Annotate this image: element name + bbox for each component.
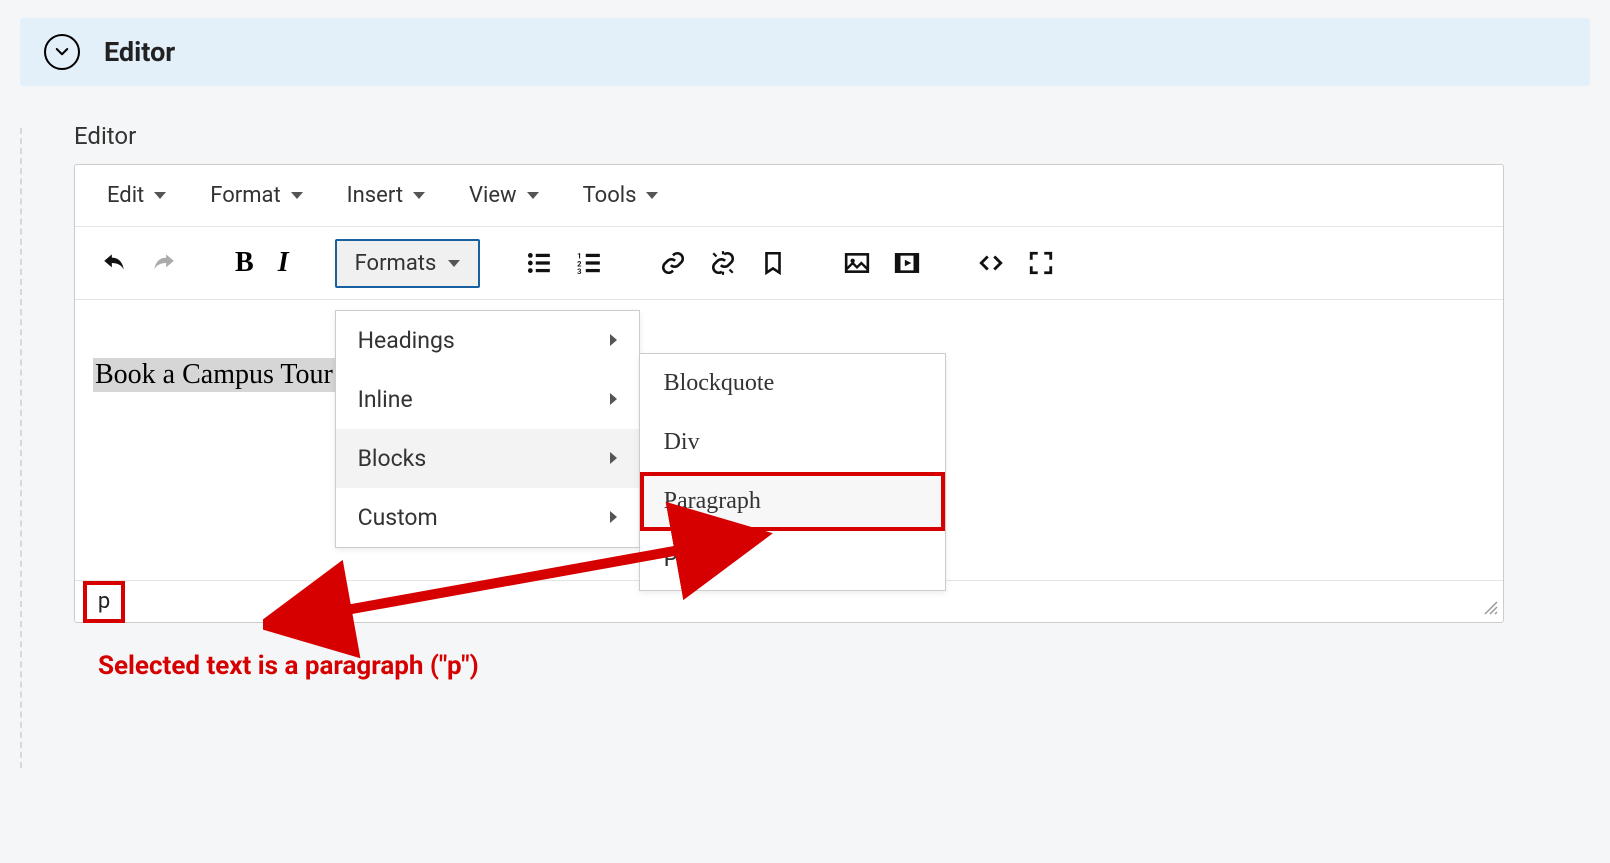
blocks-submenu-div[interactable]: Div	[640, 413, 945, 472]
formats-menu-blocks[interactable]: Blocks	[336, 429, 639, 488]
chevron-down-icon	[53, 43, 71, 61]
blocks-submenu-pre[interactable]: Pre	[640, 531, 945, 590]
rich-text-editor: Edit Format Insert View Tools B I Format…	[74, 164, 1504, 623]
selected-text[interactable]: Book a Campus Tour	[93, 358, 335, 392]
caret-down-icon	[291, 192, 303, 199]
formats-menu-custom-label: Custom	[358, 504, 438, 531]
italic-button[interactable]: I	[266, 237, 301, 289]
unlink-button[interactable]	[698, 240, 748, 286]
image-icon	[844, 250, 870, 276]
menu-format-label: Format	[210, 183, 280, 208]
panel-title: Editor	[104, 36, 175, 68]
element-path-p[interactable]: p	[83, 581, 125, 623]
blocks-submenu-blockquote[interactable]: Blockquote	[640, 354, 945, 413]
formats-label: Formats	[355, 251, 437, 276]
annotation-caption: Selected text is a paragraph ("p")	[98, 651, 1590, 681]
editor-panel-header[interactable]: Editor	[20, 18, 1590, 86]
menu-tools-label: Tools	[583, 183, 637, 208]
blocks-submenu: Blockquote Div Paragraph Pre	[639, 353, 946, 591]
undo-icon	[101, 250, 127, 276]
menu-view-label: View	[469, 183, 517, 208]
menu-format[interactable]: Format	[188, 175, 324, 216]
caret-right-icon	[610, 393, 617, 405]
fullscreen-button[interactable]	[1016, 240, 1066, 286]
collapse-toggle[interactable]	[44, 34, 80, 70]
formats-menu: Headings Inline Blocks Custom	[335, 310, 640, 548]
redo-button[interactable]	[139, 240, 189, 286]
resize-grip-icon	[1483, 600, 1499, 616]
caret-down-icon	[527, 192, 539, 199]
formats-menu-inline-label: Inline	[358, 386, 413, 413]
formats-menu-inline[interactable]: Inline	[336, 370, 639, 429]
section-label: Editor	[74, 122, 1590, 150]
caret-right-icon	[610, 334, 617, 346]
image-button[interactable]	[832, 240, 882, 286]
bookmark-icon	[760, 250, 786, 276]
formats-dropdown-button[interactable]: Formats Headings Inline Blocks	[335, 239, 481, 288]
bullet-list-icon	[526, 250, 552, 276]
menubar: Edit Format Insert View Tools	[75, 165, 1503, 227]
italic-icon: I	[278, 247, 289, 279]
code-icon	[978, 250, 1004, 276]
formats-menu-headings[interactable]: Headings	[336, 311, 639, 370]
menu-insert-label: Insert	[347, 183, 403, 208]
redo-icon	[151, 250, 177, 276]
formats-menu-blocks-label: Blocks	[358, 445, 427, 472]
bold-icon: B	[235, 247, 254, 279]
menu-edit[interactable]: Edit	[85, 175, 188, 216]
caret-right-icon	[610, 511, 617, 523]
menu-view[interactable]: View	[447, 175, 561, 216]
caret-down-icon	[154, 192, 166, 199]
link-button[interactable]	[648, 240, 698, 286]
unlink-icon	[710, 250, 736, 276]
bookmark-button[interactable]	[748, 240, 798, 286]
svg-text:3: 3	[577, 267, 581, 276]
resize-handle[interactable]	[1483, 600, 1499, 620]
formats-menu-custom[interactable]: Custom	[336, 488, 639, 547]
caret-down-icon	[646, 192, 658, 199]
source-code-button[interactable]	[966, 240, 1016, 286]
numbered-list-button[interactable]: 1 2 3	[564, 240, 614, 286]
media-button[interactable]	[882, 240, 932, 286]
link-icon	[660, 250, 686, 276]
menu-tools[interactable]: Tools	[561, 175, 681, 216]
formats-menu-headings-label: Headings	[358, 327, 455, 354]
caret-right-icon	[610, 452, 617, 464]
caret-down-icon	[413, 192, 425, 199]
bullet-list-button[interactable]	[514, 240, 564, 286]
bold-button[interactable]: B	[223, 237, 266, 289]
toolbar: B I Formats Headings Inline	[75, 227, 1503, 300]
caret-down-icon	[448, 260, 460, 267]
media-icon	[894, 250, 920, 276]
blocks-submenu-paragraph[interactable]: Paragraph	[640, 472, 945, 531]
menu-edit-label: Edit	[107, 183, 144, 208]
fullscreen-icon	[1028, 250, 1054, 276]
numbered-list-icon: 1 2 3	[576, 250, 602, 276]
menu-insert[interactable]: Insert	[325, 175, 447, 216]
undo-button[interactable]	[89, 240, 139, 286]
left-guide-line	[20, 128, 22, 768]
